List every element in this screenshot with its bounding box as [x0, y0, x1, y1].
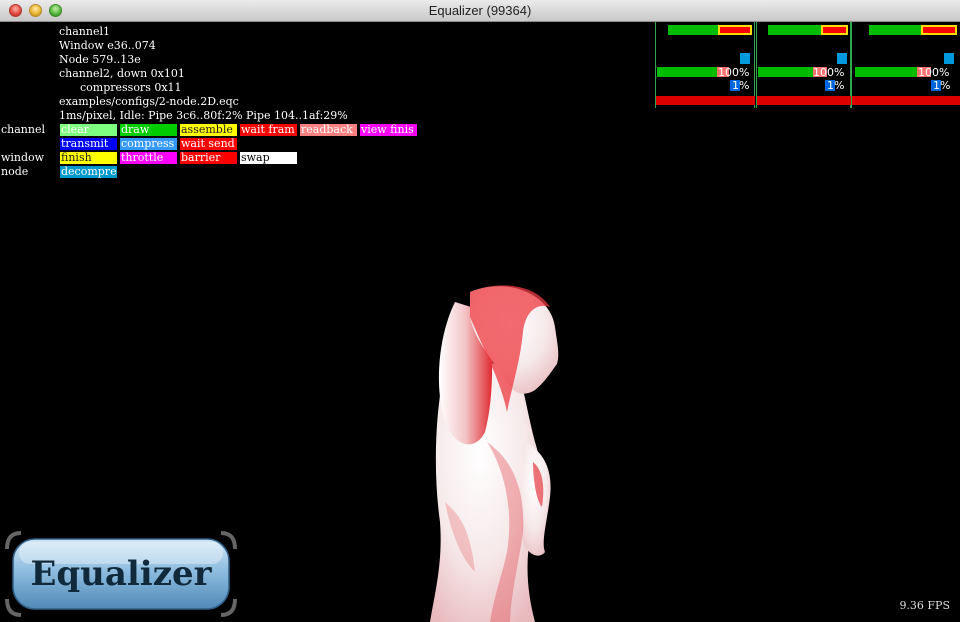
bar-draw-2 — [758, 67, 813, 77]
legend-swap: swap — [240, 152, 297, 164]
legend-wait-frame: wait fram — [240, 124, 297, 136]
bar-draw — [869, 25, 921, 35]
panel-1-percent-bottom: 1% — [732, 79, 750, 92]
bar-draw — [668, 25, 718, 35]
bar-draw-2 — [855, 67, 917, 77]
bar-frame — [852, 96, 960, 105]
stat-window: Window e36..074 — [59, 39, 156, 52]
title-bar[interactable]: Equalizer (99364) — [0, 0, 960, 22]
legend-finish: finish — [60, 152, 117, 164]
app-window: Equalizer (99364) channel1 Window e36..0… — [0, 0, 960, 622]
bar-frame — [757, 96, 851, 105]
bar-wait — [718, 25, 752, 35]
panel-3-percent-top: 100% — [918, 66, 950, 79]
bar-compress — [740, 53, 750, 64]
bar-frame — [656, 96, 755, 105]
stats-panel-3: 100% 1% — [851, 22, 960, 108]
stat-channel2: channel2, down 0x101 — [59, 67, 185, 80]
bar-draw-2 — [657, 67, 717, 77]
legend-node-label: node — [1, 165, 29, 178]
stats-panel-2: 100% 1% — [756, 22, 851, 108]
legend-wait-send: wait send — [180, 138, 237, 150]
stat-config-file: examples/configs/2-node.2D.eqc — [59, 95, 239, 108]
legend-channel-label: channel — [1, 123, 45, 136]
panel-1-percent-top: 100% — [718, 66, 750, 79]
legend-assemble: assemble — [180, 124, 237, 136]
bar-draw — [768, 25, 821, 35]
stat-node: Node 579..13e — [59, 53, 141, 66]
stat-channel1: channel1 — [59, 25, 110, 38]
legend-window-label: window — [1, 151, 45, 164]
logo-text: Equalizer — [30, 554, 212, 594]
legend-transmit: transmit — [60, 138, 117, 150]
bar-compress — [944, 53, 954, 64]
render-canvas[interactable]: channel1 Window e36..074 Node 579..13e c… — [0, 22, 960, 622]
legend-draw: draw — [120, 124, 177, 136]
bar-compress — [837, 53, 847, 64]
rendered-statue-model — [430, 285, 559, 622]
fps-counter: 9.36 FPS — [899, 599, 950, 612]
stat-compressors: compressors 0x11 — [80, 81, 182, 94]
legend-clear: clear — [60, 124, 117, 136]
legend-barrier: barrier — [180, 152, 237, 164]
legend-decompress: decompre — [60, 166, 117, 178]
legend-view-finish: view finis — [360, 124, 417, 136]
stat-idle: 1ms/pixel, Idle: Pipe 3c6..80f:2% Pipe 1… — [59, 109, 348, 122]
bar-wait — [921, 25, 957, 35]
panel-3-percent-bottom: 1% — [933, 79, 951, 92]
legend-throttle: throttle — [120, 152, 177, 164]
window-title: Equalizer (99364) — [428, 3, 532, 18]
bar-wait — [821, 25, 848, 35]
legend-readback: readback — [300, 124, 357, 136]
panel-2-percent-top: 100% — [813, 66, 845, 79]
panel-2-percent-bottom: 1% — [827, 79, 845, 92]
stats-panel-1: 100% 1% — [655, 22, 755, 108]
legend-compress: compress — [120, 138, 177, 150]
